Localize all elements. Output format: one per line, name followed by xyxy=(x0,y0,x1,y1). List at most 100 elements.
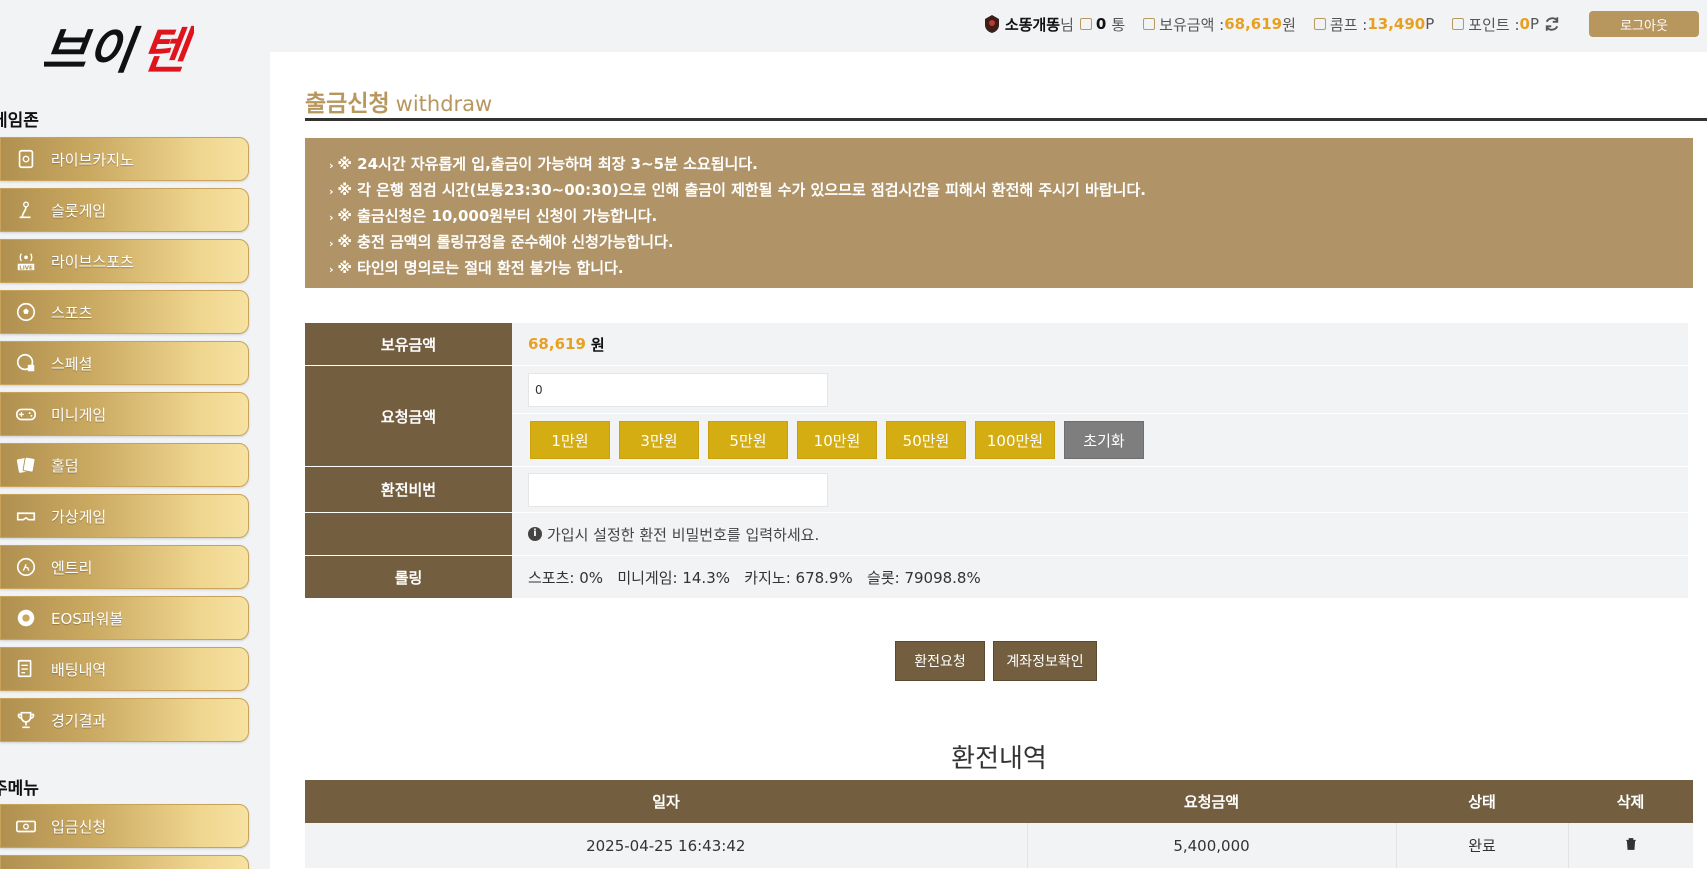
rolling-value: 스포츠: 0% 미니게임: 14.3% 카지노: 678.9% 슬롯: 7909… xyxy=(528,568,981,587)
balance-row-label: 보유금액 xyxy=(305,323,512,365)
svg-text:텐: 텐 xyxy=(137,21,194,80)
balance-unit: 원 xyxy=(1282,15,1296,34)
col-status: 상태 xyxy=(1396,780,1568,823)
amount-500k-button[interactable]: 50만원 xyxy=(886,421,966,459)
sidebar-item-next[interactable] xyxy=(0,855,249,869)
withdraw-password-input[interactable] xyxy=(528,472,828,507)
notice-item: ※ 24시간 자유롭게 입,출금이 가능하며 최장 3~5분 소요됩니다. xyxy=(329,152,1669,178)
amount-100k-button[interactable]: 10만원 xyxy=(797,421,877,459)
playing-cards-icon xyxy=(13,452,39,478)
trash-icon[interactable] xyxy=(1624,837,1638,851)
history-title: 환전내역 xyxy=(951,744,1047,774)
balance-row: 보유금액 68,619 원 xyxy=(305,323,1688,366)
sidebar-item-deposit[interactable]: 입금신청 xyxy=(0,804,249,848)
amount-1m-button[interactable]: 100만원 xyxy=(975,421,1055,459)
sidebar-item-live-sports[interactable]: LIVE 라이브스포츠 xyxy=(0,239,249,283)
special-ball-icon xyxy=(13,350,39,376)
gamepad-icon xyxy=(13,401,39,427)
col-date: 일자 xyxy=(305,780,1027,823)
sidebar-item-match-results[interactable]: 경기결과 xyxy=(0,698,249,742)
message-icon[interactable] xyxy=(1079,18,1092,30)
live-broadcast-icon: LIVE xyxy=(13,248,39,274)
vr-headset-icon xyxy=(13,503,39,529)
rolling-row: 롤링 스포츠: 0% 미니게임: 14.3% 카지노: 678.9% 슬롯: 7… xyxy=(305,556,1688,599)
logout-button[interactable]: 로그아웃 xyxy=(1589,11,1699,37)
sidebar-item-sports[interactable]: 스포츠 xyxy=(0,290,249,334)
sidebar-item-live-casino[interactable]: 라이브카지노 xyxy=(0,137,249,181)
title-divider xyxy=(305,118,1707,121)
notice-item: ※ 타인의 명의로는 절대 환전 불가능 합니다. xyxy=(329,256,1669,282)
top-bar: 소똥개똥 님 0 통 보유금액 : 68,619 원 콤프 : 13,490 P… xyxy=(270,0,1707,52)
sidebar-item-slot[interactable]: 슬롯게임 xyxy=(0,188,249,232)
betting-list-icon xyxy=(13,656,39,682)
notice-box: ※ 24시간 자유롭게 입,출금이 가능하며 최장 3~5분 소요됩니다. ※ … xyxy=(305,138,1693,288)
sidebar-item-label: 스페셜 xyxy=(51,354,93,373)
soccer-ball-icon xyxy=(13,299,39,325)
row-amount: 5,400,000 xyxy=(1027,823,1397,868)
account-info-button[interactable]: 계좌정보확인 xyxy=(993,641,1097,681)
sidebar-item-label: 라이브카지노 xyxy=(51,150,134,169)
wallet-icon xyxy=(1143,18,1156,30)
comp-unit: P xyxy=(1425,15,1435,33)
point-icon xyxy=(1452,18,1465,30)
sidebar-item-betting-history[interactable]: 배팅내역 xyxy=(0,647,249,691)
table-row: 2025-04-25 16:43:42 5,400,000 완료 xyxy=(305,823,1693,868)
sidebar-item-label: 경기결과 xyxy=(51,711,107,730)
svg-text:브이: 브이 xyxy=(44,21,143,80)
col-amount: 요청금액 xyxy=(1027,780,1396,823)
refresh-icon[interactable] xyxy=(1543,15,1561,33)
sidebar-item-virtual[interactable]: 가상게임 xyxy=(0,494,249,538)
request-row-label: 요청금액 xyxy=(305,366,512,466)
comp-icon xyxy=(1313,18,1326,30)
messages-count[interactable]: 0 xyxy=(1096,15,1106,33)
withdraw-request-button[interactable]: 환전요청 xyxy=(895,641,985,681)
sidebar-item-special[interactable]: 스페셜 xyxy=(0,341,249,385)
info-icon: i xyxy=(528,527,542,541)
powerball-icon xyxy=(13,605,39,631)
sidebar: 브이 텐 게임존 라이브카지노 슬롯게임 LIVE 라이브스포츠 스포츠 스페셜… xyxy=(0,0,270,869)
sidebar-item-entry[interactable]: 엔트리 xyxy=(0,545,249,589)
sidebar-item-label: 엔트리 xyxy=(51,558,93,577)
sidebar-item-label: EOS파워볼 xyxy=(51,609,124,628)
history-table: 일자 요청금액 상태 삭제 2025-04-25 16:43:42 5,400,… xyxy=(305,780,1693,868)
slot-lever-icon xyxy=(13,197,39,223)
password-row: 환전비번 xyxy=(305,467,1688,513)
deposit-money-icon xyxy=(13,813,39,839)
point-label: 포인트 : xyxy=(1468,15,1520,34)
sidebar-item-label: 슬롯게임 xyxy=(51,201,107,220)
comp-label: 콤프 : xyxy=(1329,15,1368,34)
trophy-icon xyxy=(13,707,39,733)
sidebar-item-holdem[interactable]: 홀덤 xyxy=(0,443,249,487)
page-title-text: 출금신청 xyxy=(305,91,390,117)
username: 소똥개똥 xyxy=(1004,15,1061,34)
point-unit: P xyxy=(1529,15,1539,33)
amount-30k-button[interactable]: 3만원 xyxy=(619,421,699,459)
sidebar-item-label: 스포츠 xyxy=(51,303,93,322)
comp-value: 13,490 xyxy=(1367,15,1426,33)
sidebar-item-minigame[interactable]: 미니게임 xyxy=(0,392,249,436)
casino-chip-icon xyxy=(13,146,39,172)
site-logo[interactable]: 브이 텐 xyxy=(37,18,198,80)
request-amount-row: 요청금액 1만원 3만원 5만원 10만원 50만원 100만원 초기화 xyxy=(305,366,1688,467)
sidebar-item-label: 가상게임 xyxy=(51,507,107,526)
entry-runner-icon xyxy=(13,554,39,580)
empty-label-cell xyxy=(305,513,512,555)
row-status: 완료 xyxy=(1396,823,1569,868)
main-menu-title: 주메뉴 xyxy=(0,779,39,799)
notice-item: ※ 충전 금액의 롤링규정을 준수해야 신청가능합니다. xyxy=(329,230,1669,256)
sidebar-item-label: 미니게임 xyxy=(51,405,107,424)
messages-unit: 통 xyxy=(1111,15,1126,34)
page-title: 출금신청 withdraw xyxy=(305,84,492,118)
amount-10k-button[interactable]: 1만원 xyxy=(530,421,610,459)
balance-value: 68,619 xyxy=(1224,15,1283,33)
reset-button[interactable]: 초기화 xyxy=(1064,421,1144,459)
password-hint: 가입시 설정한 환전 비밀번호를 입력하세요. xyxy=(547,525,820,544)
page-title-en: withdraw xyxy=(395,92,493,116)
password-row-label: 환전비번 xyxy=(305,467,512,512)
request-amount-input[interactable] xyxy=(528,372,828,407)
game-zone-title: 게임존 xyxy=(0,111,39,131)
rank-badge-icon xyxy=(983,14,1001,34)
sidebar-item-eos-powerball[interactable]: EOS파워볼 xyxy=(0,596,249,640)
amount-50k-button[interactable]: 5만원 xyxy=(708,421,788,459)
sidebar-item-label: 입금신청 xyxy=(51,817,107,836)
